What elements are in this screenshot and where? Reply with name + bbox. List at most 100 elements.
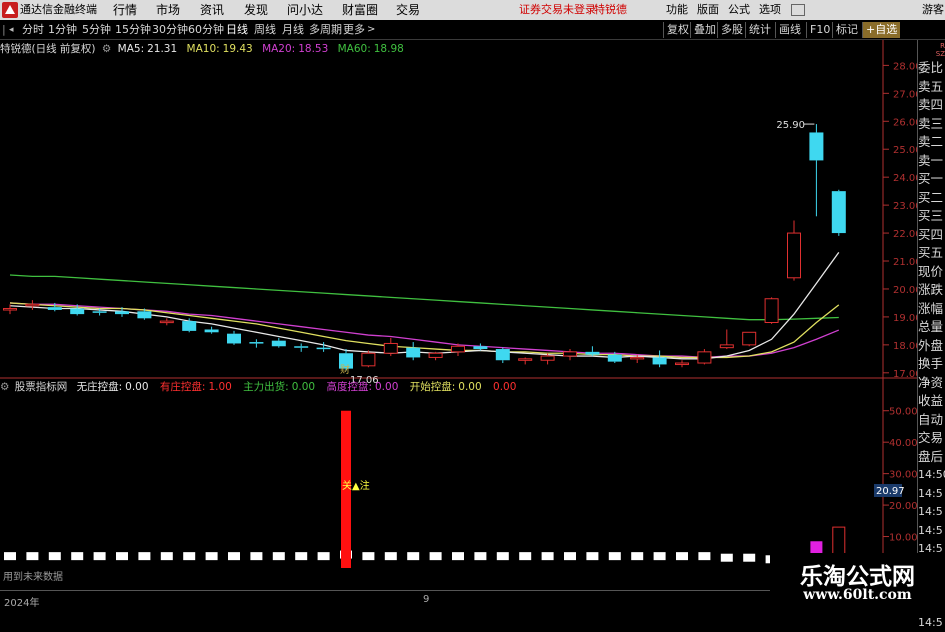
candle-down: [831, 189, 846, 236]
financial-event-marker[interactable]: 财: [340, 363, 350, 376]
price-axis: 28.00 27.00 26.00 25.00 24.00 23.00 22.00 21.00…: [883, 61, 917, 544]
candle-body: [809, 132, 824, 161]
candle-body: [697, 351, 712, 364]
indicator-settings-icon[interactable]: ⚙: [0, 381, 9, 393]
candle-body: [25, 303, 40, 307]
watermark: 乐淘公式网 www.60lt.com: [770, 553, 945, 609]
period-more[interactable]: 更多: [343, 20, 365, 40]
caret-left-icon[interactable]: ◂: [9, 20, 14, 40]
ma5-value: 21.31: [147, 43, 178, 55]
panel-item[interactable]: 14:5: [918, 613, 945, 632]
candle-up: [675, 360, 689, 368]
candle-down: [406, 342, 421, 361]
candle-body: [428, 352, 443, 358]
high-control-value: 0.00: [375, 381, 399, 393]
panel-item[interactable]: 14:5: [918, 484, 945, 503]
price-tick-label: 19.00: [893, 313, 917, 324]
period-weekly[interactable]: 周线: [254, 20, 276, 40]
candle-up: [518, 357, 533, 365]
main-chart-info: 特锐德(日线 前复权) ⚙ MA5: 21.31 MA10: 19.43 MA20:…: [0, 42, 404, 56]
panel-item: 涨跌: [918, 282, 944, 297]
candle-up: [25, 300, 40, 310]
period-monthly[interactable]: 月线: [282, 20, 304, 40]
indicator-bar: [631, 552, 644, 561]
menu-xiaoda[interactable]: 问小达: [287, 0, 323, 20]
collapse-icon[interactable]: |: [2, 20, 6, 40]
candle-up: [428, 351, 443, 361]
watermark-url: www.60lt.com: [803, 587, 912, 603]
candle-up: [383, 337, 398, 357]
panel-item: 买一: [918, 171, 944, 186]
indicator-bar: [541, 552, 554, 561]
moving-averages: [9, 251, 840, 360]
menu-trade[interactable]: 交易: [396, 0, 420, 20]
panel-item[interactable]: 盘后: [918, 447, 945, 466]
add-watchlist-button[interactable]: +自选: [862, 22, 901, 38]
indicator-info: ⚙ 股票指标网 无庄控盘: 0.00 有庄控盘: 1.00 主力出货: 0.00 高度…: [0, 380, 516, 394]
period-15min[interactable]: 15分钟: [115, 20, 151, 40]
menu-options[interactable]: 选项: [759, 0, 781, 20]
candlesticks: [3, 124, 846, 372]
menu-discover[interactable]: 发现: [244, 0, 268, 20]
period-daily[interactable]: 日线: [226, 20, 248, 40]
panel-item: 总量: [918, 319, 944, 334]
candle-body: [137, 311, 152, 319]
settings-gear-icon[interactable]: ⚙: [102, 43, 111, 55]
period-60min[interactable]: 60分钟: [188, 20, 224, 40]
app-title: 通达信金融终端: [20, 3, 97, 16]
guest-label[interactable]: 游客: [922, 0, 944, 20]
chevron-right-icon[interactable]: >: [367, 20, 375, 40]
period-tick[interactable]: 分时: [22, 20, 44, 40]
mark-button[interactable]: 标记: [832, 22, 861, 38]
menu-wealth-circle[interactable]: 财富圈: [342, 0, 378, 20]
stats-button[interactable]: 统计: [745, 22, 774, 38]
menu-layout[interactable]: 版面: [697, 0, 719, 20]
period-5min[interactable]: 5分钟: [82, 20, 111, 40]
menu-quotes[interactable]: 行情: [113, 0, 137, 20]
candle-up: [764, 297, 779, 324]
chart-canvas[interactable]: 28.00 27.00 26.00 25.00 24.00 23.00 22.00 21.00…: [0, 40, 917, 590]
period-multi[interactable]: 多周期: [309, 20, 342, 40]
candle-down: [495, 347, 510, 364]
candle-down: [204, 326, 219, 334]
panel-item[interactable]: 14:50: [918, 465, 945, 484]
panel-item[interactable]: 14:5: [918, 502, 945, 521]
menu-market[interactable]: 市场: [156, 0, 180, 20]
main-sell-label: 主力出货:: [243, 381, 289, 393]
indicator-name: 股票指标网: [14, 381, 68, 393]
draw-line-button[interactable]: 画线: [775, 22, 804, 38]
indicator-bar: [272, 552, 285, 561]
menu-formula[interactable]: 公式: [728, 0, 750, 20]
panel-item[interactable]: 14:5: [918, 521, 945, 540]
panel-item[interactable]: 交易: [918, 428, 945, 447]
dealer-control-label: 有庄控盘:: [159, 381, 206, 393]
overlay-button[interactable]: 叠加: [690, 22, 719, 38]
candle-body: [495, 349, 510, 361]
minimize-icon[interactable]: [791, 4, 805, 16]
candle-body: [652, 357, 667, 365]
multi-stock-button[interactable]: 多股: [717, 22, 746, 38]
candle-up: [563, 349, 577, 361]
candle-body: [563, 351, 577, 357]
panel-item[interactable]: 自动: [918, 410, 945, 429]
indicator-bar: [429, 552, 442, 561]
trade-login-notice[interactable]: 证券交易未登录: [519, 0, 596, 20]
indicator-bar: [250, 552, 263, 561]
menu-function[interactable]: 功能: [666, 0, 688, 20]
indicator-bars: [4, 410, 846, 569]
period-1min[interactable]: 1分钟: [48, 20, 77, 40]
indicator-bar: [608, 552, 621, 561]
indicator-bar: [474, 552, 487, 561]
period-30min[interactable]: 30分钟: [152, 20, 188, 40]
adjust-button[interactable]: 复权: [663, 22, 692, 38]
ma60-label: MA60:: [337, 43, 371, 55]
candle-body: [3, 308, 17, 311]
indicator-bar: [183, 552, 196, 561]
chart-title: 特锐德(日线 前复权): [0, 43, 96, 55]
candle-up: [697, 349, 712, 365]
ma20-label: MA20:: [262, 43, 296, 55]
candle-down: [249, 339, 264, 348]
menu-news[interactable]: 资讯: [200, 0, 224, 20]
candle-down: [585, 346, 600, 357]
f10-button[interactable]: F10: [806, 22, 833, 38]
